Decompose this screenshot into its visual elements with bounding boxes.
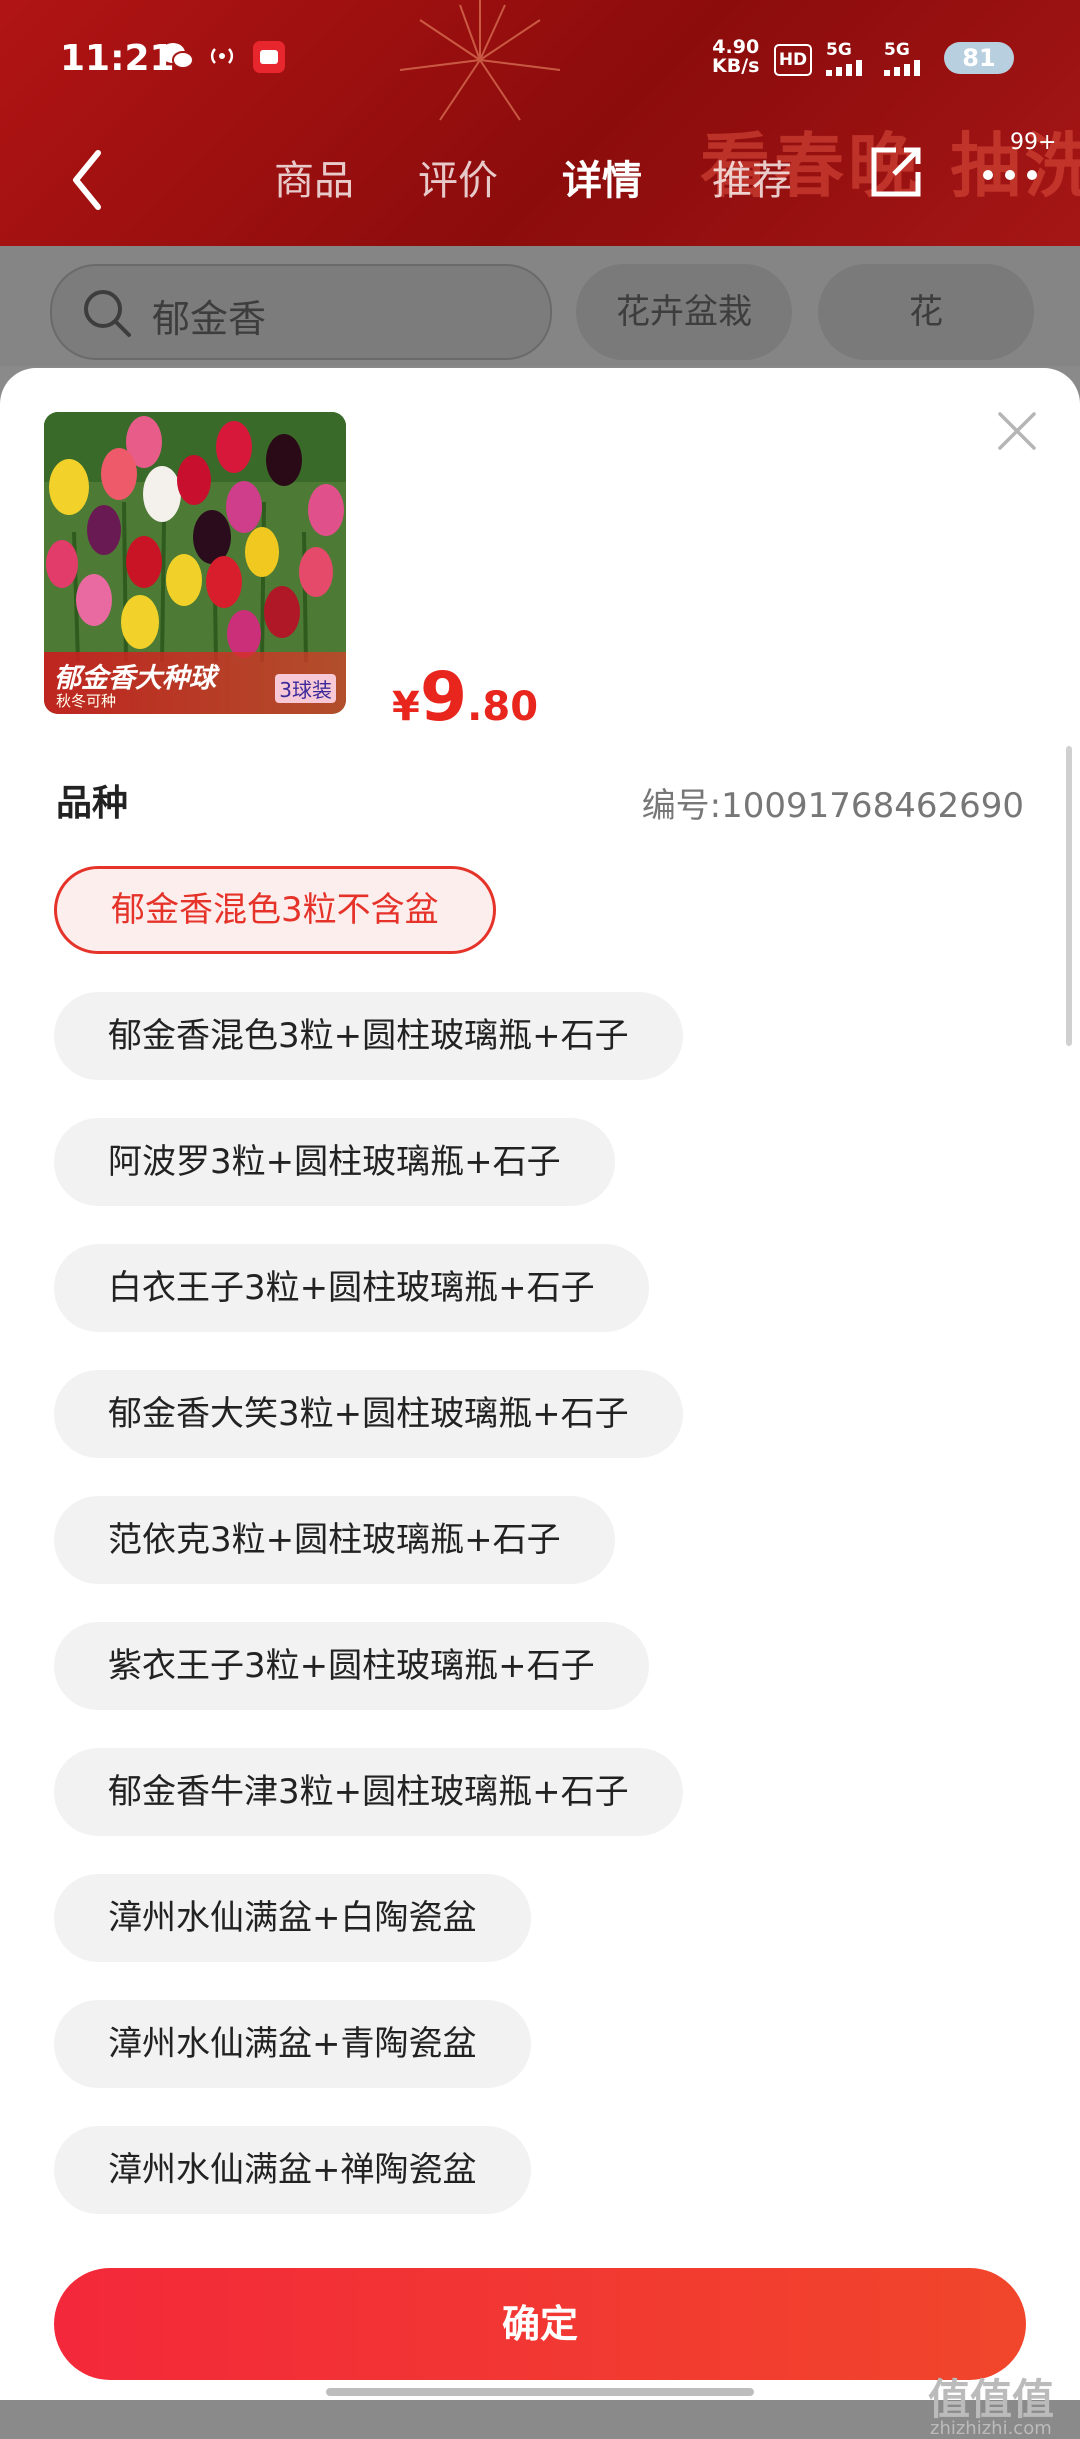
section-title: 品种 bbox=[56, 783, 129, 824]
more-icon[interactable] bbox=[980, 160, 1040, 190]
signal-icon-2: 5G bbox=[884, 40, 930, 81]
option-chip[interactable]: 阿波罗3粒+圆柱玻璃瓶+石子 bbox=[54, 1118, 615, 1206]
app-notification-icon bbox=[253, 41, 285, 73]
watermark-sub: zhizhizhi.com bbox=[930, 2418, 1052, 2439]
product-image-caption: 郁金香大种球 秋冬可种 3球装 bbox=[44, 652, 346, 714]
tab-details[interactable]: 详情 bbox=[562, 148, 642, 206]
wechat-icon bbox=[161, 43, 194, 69]
confirm-button[interactable]: 确定 bbox=[54, 2268, 1026, 2380]
option-chip[interactable]: 郁金香大笑3粒+圆柱玻璃瓶+石子 bbox=[54, 1370, 683, 1458]
option-chip[interactable]: 紫衣王子3粒+圆柱玻璃瓶+石子 bbox=[54, 1622, 649, 1710]
hotspot-icon bbox=[210, 48, 234, 64]
hd-badge: HD bbox=[774, 44, 812, 76]
search-icon bbox=[84, 290, 131, 337]
signal-icon: 5G bbox=[826, 40, 866, 81]
tab-reviews[interactable]: 评价 bbox=[418, 148, 498, 206]
option-chip[interactable]: 范依克3粒+圆柱玻璃瓶+石子 bbox=[54, 1496, 615, 1584]
home-indicator[interactable] bbox=[326, 2388, 754, 2396]
share-icon[interactable] bbox=[866, 142, 926, 202]
price: ¥9.80 bbox=[392, 658, 539, 737]
search-query: 郁金香 bbox=[152, 297, 267, 341]
option-chip[interactable]: 郁金香牛津3粒+圆柱玻璃瓶+石子 bbox=[54, 1748, 683, 1836]
tab-product[interactable]: 商品 bbox=[274, 148, 354, 206]
option-chip[interactable]: 漳州水仙满盆+白陶瓷盆 bbox=[54, 1874, 531, 1962]
option-chip[interactable]: 漳州水仙满盆+青陶瓷盆 bbox=[54, 2000, 531, 2088]
search-chip[interactable]: 花卉盆栽 bbox=[576, 264, 792, 360]
more-badge: 99+ bbox=[1010, 130, 1057, 155]
close-icon[interactable] bbox=[996, 410, 1038, 452]
back-arrow-icon[interactable] bbox=[58, 145, 118, 215]
battery-icon: 81 bbox=[944, 42, 1014, 74]
sku-selector-sheet: 郁金香大种球 秋冬可种 3球装 ¥9.80 品种 编号:100917684626… bbox=[0, 368, 1080, 2439]
option-chip[interactable]: 白衣王子3粒+圆柱玻璃瓶+石子 bbox=[54, 1244, 649, 1332]
product-image[interactable]: 郁金香大种球 秋冬可种 3球装 bbox=[44, 412, 346, 714]
sku-code: 编号:10091768462690 bbox=[641, 786, 1024, 826]
scrollbar[interactable] bbox=[1066, 746, 1072, 1046]
tab-recommend[interactable]: 推荐 bbox=[712, 148, 792, 206]
nav-bar: 商品 评价 详情 推荐 99+ bbox=[0, 120, 1080, 240]
status-bar: 11:21 4.90 KB/s HD 5G 5G 81 bbox=[0, 0, 1080, 120]
option-chip[interactable]: 郁金香混色3粒+圆柱玻璃瓶+石子 bbox=[54, 992, 683, 1080]
status-time: 11:21 bbox=[60, 38, 175, 79]
search-input[interactable]: 郁金香 bbox=[50, 264, 552, 360]
net-speed: 4.90 KB/s bbox=[712, 36, 760, 77]
search-chip[interactable]: 花 bbox=[818, 264, 1034, 360]
option-chip-selected[interactable]: 郁金香混色3粒不含盆 bbox=[54, 866, 496, 954]
header-banner: 看春晚 抽洗 11:21 4.90 KB/s HD 5G 5G 81 商品 评价… bbox=[0, 0, 1080, 246]
option-chip[interactable]: 漳州水仙满盆+禅陶瓷盆 bbox=[54, 2126, 531, 2214]
search-strip: 郁金香 花卉盆栽 花 bbox=[0, 246, 1080, 366]
